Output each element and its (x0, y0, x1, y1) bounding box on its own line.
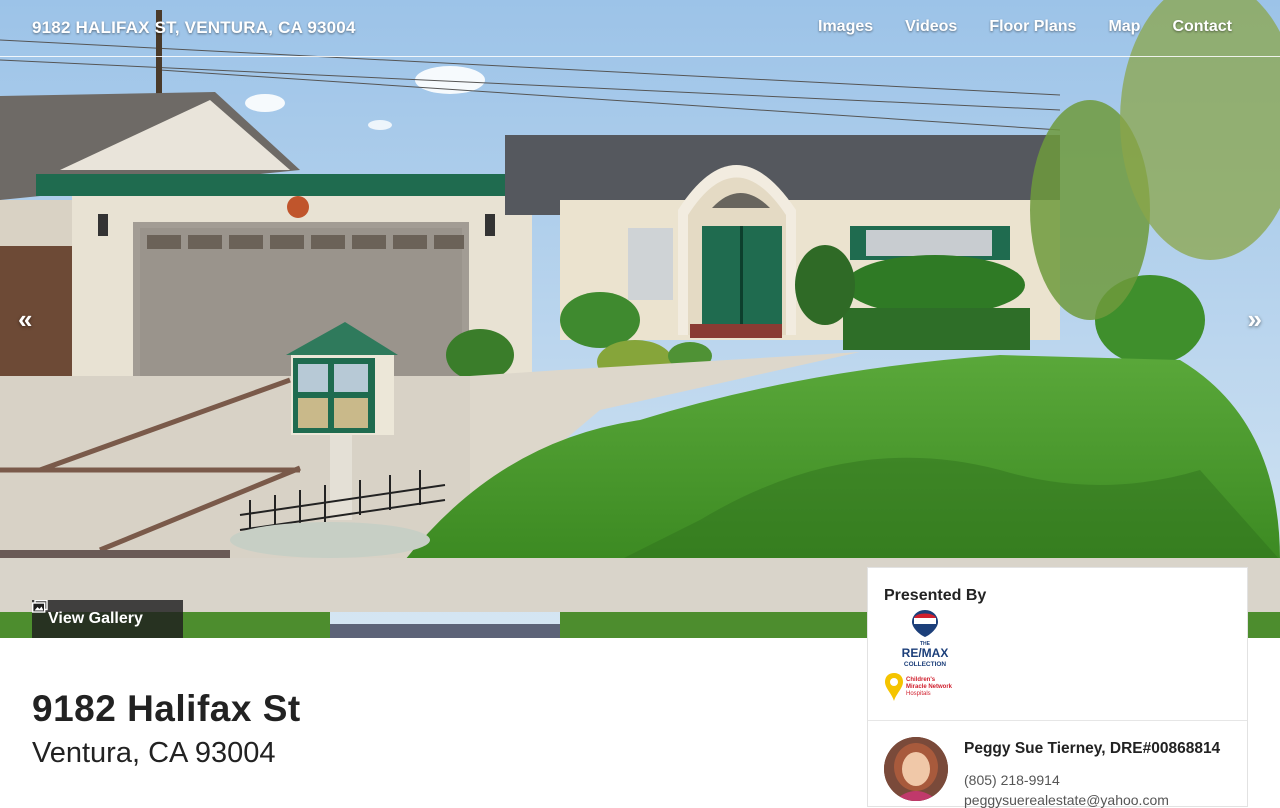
agent-email[interactable]: peggysuerealestate@yahoo.com (964, 792, 1169, 808)
remax-collection-logo: THE RE/MAX COLLECTION (902, 610, 949, 668)
remax-logo-brand: RE/MAX (902, 646, 949, 660)
nav-videos[interactable]: Videos (905, 18, 957, 36)
childrens-miracle-network-logo: Children's Miracle Network Hospitals (885, 673, 953, 701)
cmn-logo-line-3: Hospitals (906, 691, 931, 697)
nav-floor-plans[interactable]: Floor Plans (989, 18, 1076, 36)
site-title[interactable]: 9182 HALIFAX ST, VENTURA, CA 93004 (32, 18, 356, 38)
agent-avatar (884, 737, 948, 801)
top-nav-bar: 9182 HALIFAX ST, VENTURA, CA 93004 Image… (0, 0, 1280, 57)
agent-name: Peggy Sue Tierney, DRE#00868814 (964, 740, 1221, 757)
presented-by-title: Presented By (884, 587, 987, 604)
agent-phone[interactable]: (805) 218-9914 (964, 772, 1060, 788)
remax-logo-collection: COLLECTION (904, 661, 947, 668)
main-nav: Images Videos Floor Plans Map Contact (818, 18, 1232, 36)
images-icon (32, 600, 48, 613)
listing-street: 9182 Halifax St (32, 688, 301, 729)
nav-contact[interactable]: Contact (1172, 18, 1232, 36)
view-gallery-label: View Gallery (48, 610, 143, 627)
nav-map[interactable]: Map (1108, 18, 1140, 36)
nav-images[interactable]: Images (818, 18, 873, 36)
card-divider (868, 720, 1247, 721)
house-photo (0, 0, 1280, 638)
cmn-logo-line-2: Miracle Network (906, 684, 953, 690)
listing-city-line: Ventura, CA 93004 (32, 737, 276, 769)
cmn-logo-line-1: Children's (906, 677, 936, 683)
chevron-double-left-icon[interactable]: « (18, 306, 32, 332)
hero-photo[interactable]: 9182 HALIFAX ST, VENTURA, CA 93004 Image… (0, 0, 1280, 638)
agent-card: Presented By THE RE/MAX COLLECTION Child… (867, 567, 1248, 808)
view-gallery-button[interactable]: View Gallery (32, 600, 183, 638)
chevron-double-right-icon[interactable]: » (1248, 306, 1262, 332)
